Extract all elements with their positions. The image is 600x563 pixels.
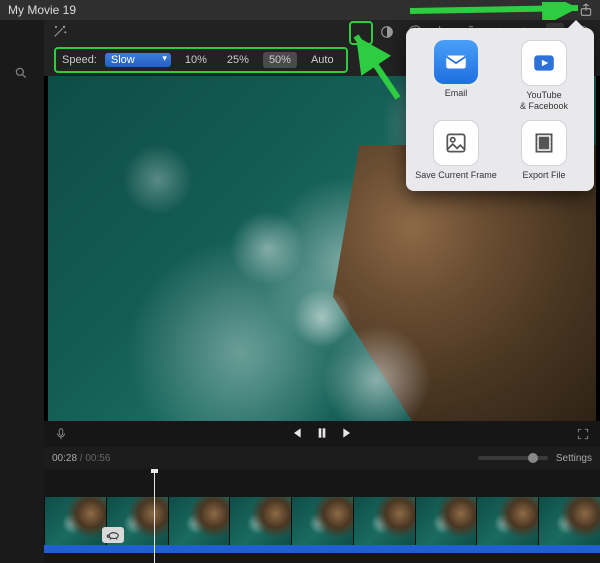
voiceover-icon[interactable] [54, 427, 68, 444]
clip-thumbnail-image [292, 497, 353, 545]
clip-thumbnail[interactable] [229, 497, 291, 545]
email-icon [434, 40, 478, 84]
total-time: 00:56 [85, 453, 110, 464]
clip-thumbnail[interactable] [353, 497, 415, 545]
export-file-icon [521, 120, 567, 166]
share-button[interactable] [578, 2, 594, 21]
share-email[interactable]: Email [412, 40, 500, 112]
audio-strip[interactable] [44, 545, 600, 553]
contrast-icon[interactable] [378, 23, 396, 41]
share-save-frame[interactable]: Save Current Frame [412, 120, 500, 181]
search-icon[interactable] [14, 66, 28, 83]
clip-thumbnail-image [477, 497, 538, 545]
save-frame-icon [433, 120, 479, 166]
timeline-zoom-slider[interactable] [478, 456, 548, 460]
share-item-label: YouTube & Facebook [520, 90, 568, 112]
playhead[interactable] [154, 469, 155, 563]
share-youtube-facebook[interactable]: YouTube & Facebook [500, 40, 588, 112]
clip-thumbnail-image [354, 497, 415, 545]
next-button[interactable] [340, 425, 356, 444]
slow-motion-badge-icon [102, 527, 124, 543]
prev-button[interactable] [288, 425, 304, 444]
clip-track[interactable] [44, 497, 600, 545]
share-item-label: Save Current Frame [415, 170, 497, 181]
clip-thumbnail-image [169, 497, 230, 545]
share-item-label: Email [445, 88, 468, 99]
timeline-settings-button[interactable]: Settings [556, 453, 592, 464]
pause-button[interactable] [314, 425, 330, 444]
titlebar: My Movie 19 [0, 0, 600, 20]
speed-controls-highlight: Speed: Slow 10% 25% 50% Auto [54, 47, 348, 73]
clip-thumbnail-image [416, 497, 477, 545]
clip-thumbnail[interactable] [44, 497, 106, 545]
share-export-file[interactable]: Export File [500, 120, 588, 181]
speed-25-button[interactable]: 25% [221, 52, 255, 68]
share-item-label: Export File [522, 170, 565, 181]
speed-auto-button[interactable]: Auto [305, 52, 340, 68]
project-title: My Movie 19 [8, 3, 76, 17]
speed-preset-dropdown[interactable]: Slow [105, 53, 171, 67]
youtube-facebook-icon [521, 40, 567, 86]
clip-thumbnail-image [539, 497, 600, 545]
clip-thumbnail[interactable] [168, 497, 230, 545]
clip-thumbnail[interactable] [538, 497, 600, 545]
speed-10-button[interactable]: 10% [179, 52, 213, 68]
timeline-header: 00:28 / 00:56 Settings [44, 447, 600, 469]
fullscreen-icon[interactable] [576, 427, 590, 444]
clip-thumbnail-image [230, 497, 291, 545]
transport-bar [44, 421, 600, 447]
share-popover: Email YouTube & Facebook Save Current Fr… [406, 28, 594, 191]
magic-wand-icon[interactable] [52, 23, 68, 42]
timeline[interactable] [44, 469, 600, 563]
clip-thumbnail[interactable] [291, 497, 353, 545]
speed-50-button[interactable]: 50% [263, 52, 297, 68]
left-sidebar [0, 20, 44, 563]
clip-thumbnail-image [45, 497, 106, 545]
speed-label: Speed: [62, 54, 97, 66]
clip-thumbnail[interactable] [415, 497, 477, 545]
current-time: 00:28 [52, 453, 77, 464]
time-readout: 00:28 / 00:56 [52, 453, 110, 464]
clip-thumbnail[interactable] [476, 497, 538, 545]
